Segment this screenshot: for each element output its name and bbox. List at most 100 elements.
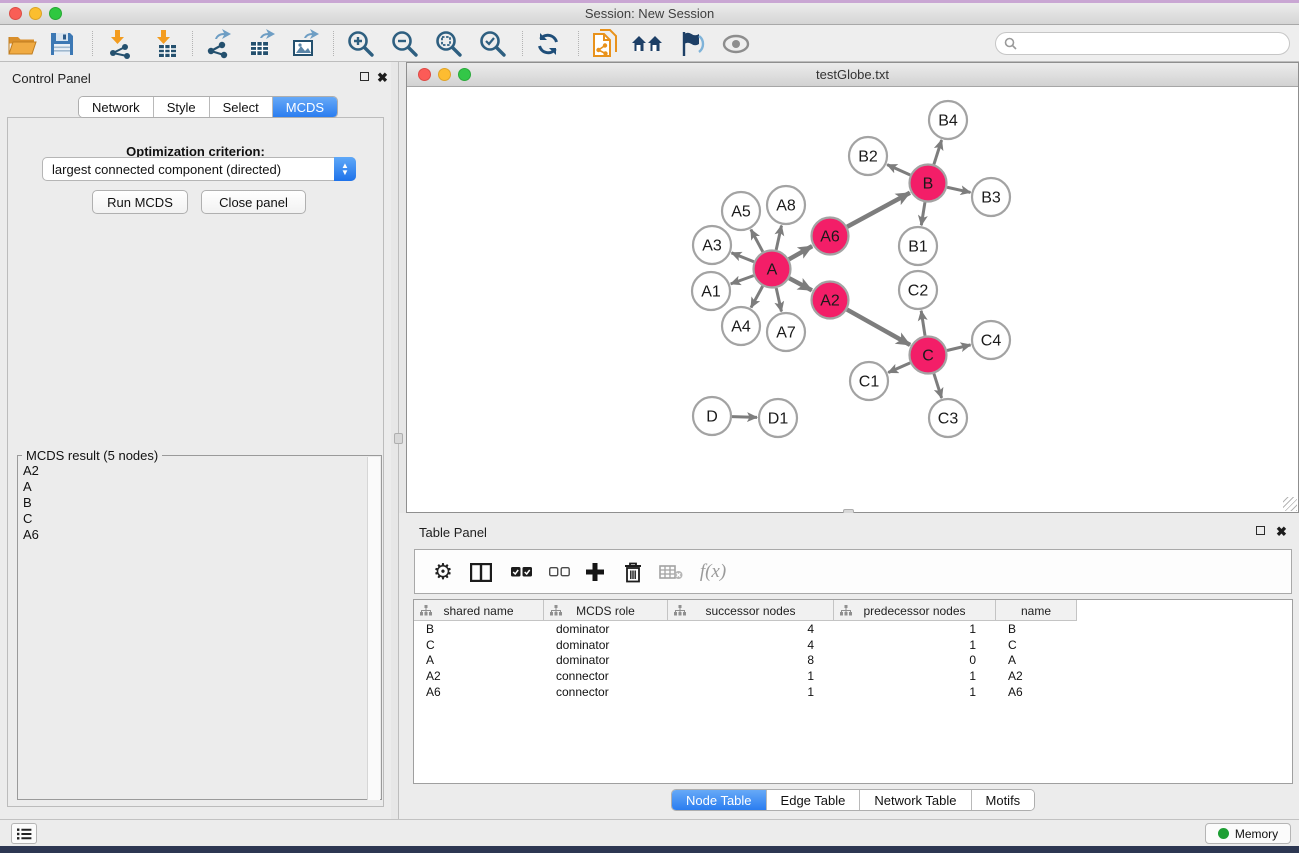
table-settings-icon[interactable]: ⚙ xyxy=(427,557,459,587)
network-close-button[interactable] xyxy=(418,68,431,81)
graph-edge-A-A4[interactable] xyxy=(751,286,763,307)
table-cell[interactable]: C xyxy=(996,638,1077,652)
table-row[interactable]: Adominator80A xyxy=(414,653,1292,669)
zoom-fit-icon[interactable] xyxy=(432,28,466,59)
table-cell[interactable]: A xyxy=(414,653,544,667)
mcds-result-item[interactable]: A xyxy=(20,479,364,495)
mcds-result-item[interactable]: C xyxy=(20,511,364,527)
column-header-MCDS-role[interactable]: MCDS role xyxy=(544,600,668,621)
table-cell[interactable]: A2 xyxy=(996,669,1077,683)
table-cell[interactable]: dominator xyxy=(544,638,668,652)
graph-edge-B-B2[interactable] xyxy=(887,165,910,175)
zoom-selected-icon[interactable] xyxy=(476,28,510,59)
table-cell[interactable]: dominator xyxy=(544,653,668,667)
resize-grip-icon[interactable] xyxy=(1283,497,1297,511)
graph-edge-A2-C[interactable] xyxy=(847,310,910,345)
zoom-window-button[interactable] xyxy=(49,7,62,20)
mcds-result-item[interactable]: B xyxy=(20,495,364,511)
criterion-dropdown[interactable]: largest connected component (directed) ▲… xyxy=(42,157,356,181)
network-zoom-button[interactable] xyxy=(458,68,471,81)
network-canvas[interactable]: B4B2BB3A5A8A3A6B1AA1A2C2A4A7CC4C1C3DD1 xyxy=(407,87,1298,512)
open-file-icon[interactable] xyxy=(5,28,39,59)
graph-edge-B-B3[interactable] xyxy=(947,187,970,192)
first-neighbors-icon[interactable] xyxy=(630,28,664,59)
graph-edge-C-C2[interactable] xyxy=(921,311,925,336)
memory-button[interactable]: Memory xyxy=(1205,823,1291,844)
table-cell[interactable]: B xyxy=(996,622,1077,636)
table-close-panel-icon[interactable]: ✖ xyxy=(1276,527,1287,537)
deselect-all-columns-icon[interactable] xyxy=(543,557,575,587)
tab-network-table[interactable]: Network Table xyxy=(860,790,971,810)
vertical-splitter-handle[interactable] xyxy=(394,433,403,444)
table-cell[interactable]: 1 xyxy=(668,669,834,683)
export-table-icon[interactable] xyxy=(244,28,278,59)
export-image-icon[interactable] xyxy=(288,28,322,59)
graph-edge-A-A8[interactable] xyxy=(776,226,781,250)
show-all-icon[interactable] xyxy=(719,28,753,59)
table-cell[interactable]: B xyxy=(414,622,544,636)
column-header-shared-name[interactable]: shared name xyxy=(414,600,544,621)
graph-edge-A-A2[interactable] xyxy=(789,278,812,290)
run-mcds-button[interactable]: Run MCDS xyxy=(92,190,188,214)
table-cell[interactable]: A xyxy=(996,653,1077,667)
close-panel-button[interactable]: Close panel xyxy=(201,190,306,214)
graph-edge-A-A5[interactable] xyxy=(751,230,763,252)
graph-edge-A-A7[interactable] xyxy=(776,288,781,311)
column-header-successor-nodes[interactable]: successor nodes xyxy=(668,600,834,621)
mcds-result-item[interactable]: A6 xyxy=(20,527,364,543)
copy-network-icon[interactable] xyxy=(588,28,622,59)
export-network-icon[interactable] xyxy=(201,28,235,59)
result-scrollbar[interactable] xyxy=(367,457,380,800)
table-cell[interactable]: A6 xyxy=(414,685,544,699)
table-row[interactable]: Cdominator41C xyxy=(414,637,1292,653)
zoom-in-icon[interactable] xyxy=(344,28,378,59)
table-row[interactable]: A6connector11A6 xyxy=(414,684,1292,700)
float-panel-icon[interactable] xyxy=(360,72,369,81)
table-cell[interactable]: A6 xyxy=(996,685,1077,699)
table-cell[interactable]: 4 xyxy=(668,622,834,636)
graph-edge-C-C1[interactable] xyxy=(888,363,910,373)
tab-network[interactable]: Network xyxy=(79,97,154,117)
table-cell[interactable]: 1 xyxy=(834,669,996,683)
table-float-panel-icon[interactable] xyxy=(1256,526,1265,535)
graph-edge-A6-B[interactable] xyxy=(847,193,910,227)
table-cell[interactable]: dominator xyxy=(544,622,668,636)
close-panel-icon[interactable]: ✖ xyxy=(377,73,388,83)
tab-edge-table[interactable]: Edge Table xyxy=(767,790,861,810)
delete-column-icon[interactable] xyxy=(617,557,649,587)
graph-edge-A-A3[interactable] xyxy=(731,253,753,262)
table-cell[interactable]: 0 xyxy=(834,653,996,667)
table-cell[interactable]: 1 xyxy=(834,622,996,636)
mcds-result-item[interactable]: A2 xyxy=(20,463,364,479)
search-input[interactable] xyxy=(1021,37,1271,51)
table-cell[interactable]: 1 xyxy=(668,685,834,699)
graph-edge-A-A1[interactable] xyxy=(731,276,754,284)
function-builder-icon[interactable]: f(x) xyxy=(691,557,735,587)
column-header-name[interactable]: name xyxy=(996,600,1077,621)
table-cell[interactable]: connector xyxy=(544,669,668,683)
table-row[interactable]: A2connector11A2 xyxy=(414,668,1292,684)
table-cell[interactable]: 8 xyxy=(668,653,834,667)
zoom-out-icon[interactable] xyxy=(388,28,422,59)
tab-node-table[interactable]: Node Table xyxy=(672,790,767,810)
delete-table-icon[interactable] xyxy=(655,557,687,587)
table-cell[interactable]: C xyxy=(414,638,544,652)
graph-edge-B-B1[interactable] xyxy=(921,202,925,225)
select-all-columns-icon[interactable] xyxy=(505,557,537,587)
tab-style[interactable]: Style xyxy=(154,97,210,117)
network-minimize-button[interactable] xyxy=(438,68,451,81)
import-table-icon[interactable] xyxy=(149,28,183,59)
column-pane-icon[interactable] xyxy=(465,557,497,587)
graph-edge-A-A6[interactable] xyxy=(789,246,812,259)
search-field[interactable] xyxy=(995,32,1290,55)
graph-edge-C-C3[interactable] xyxy=(934,374,942,398)
tab-mcds[interactable]: MCDS xyxy=(273,97,337,117)
show-panels-list-button[interactable] xyxy=(11,823,37,844)
table-row[interactable]: Bdominator41B xyxy=(414,621,1292,637)
column-header-predecessor-nodes[interactable]: predecessor nodes xyxy=(834,600,996,621)
add-column-icon[interactable] xyxy=(579,557,611,587)
table-cell[interactable]: 1 xyxy=(834,685,996,699)
tab-select[interactable]: Select xyxy=(210,97,273,117)
import-network-icon[interactable] xyxy=(103,28,137,59)
hide-selected-icon[interactable] xyxy=(674,28,708,59)
